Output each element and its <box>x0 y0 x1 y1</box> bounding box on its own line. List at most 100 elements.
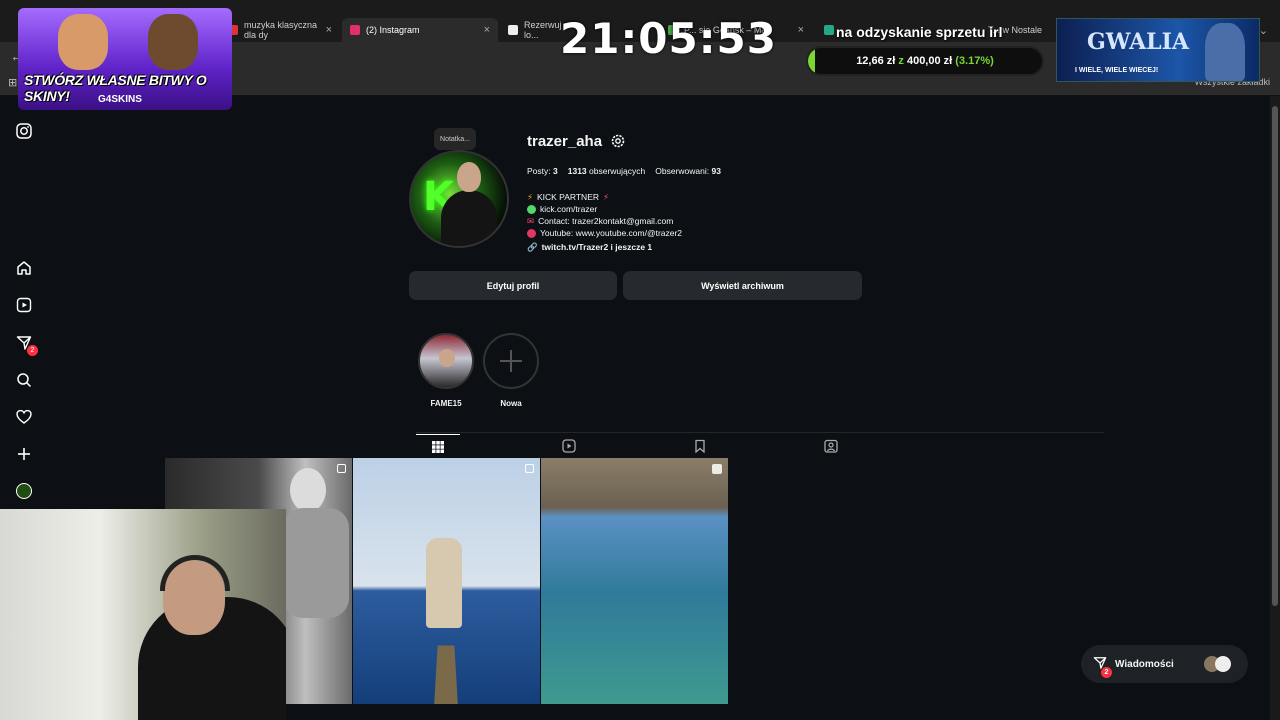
edit-profile-button[interactable]: Edytuj profil <box>409 271 617 300</box>
lightning-icon: ⚡ <box>527 192 533 202</box>
chat-favicon-icon <box>824 25 834 35</box>
direct-messages-icon[interactable]: 2 <box>14 333 38 356</box>
highlight-new[interactable]: Nowa <box>483 333 539 408</box>
post-figure-head <box>290 468 326 512</box>
profile-stats: Posty: 3 1313 obserwujących Obserwowani:… <box>527 166 721 176</box>
goal-of: z <box>898 55 904 67</box>
bio-text: Contact: trazer2kontakt@gmail.com <box>538 216 674 226</box>
donation-goal-text: 12,66 zł z 400,00 zł (3.17%) <box>808 48 1042 74</box>
messages-label: Wiadomości <box>1115 658 1174 670</box>
highlight-face <box>439 349 455 367</box>
messages-count-badge: 2 <box>27 345 38 356</box>
highlight-fame15[interactable]: FAME15 <box>418 333 474 408</box>
headset-icon <box>160 555 230 591</box>
profile-tabs <box>416 432 1104 458</box>
donation-goal-bar: 12,66 zł z 400,00 zł (3.17%) <box>806 46 1044 76</box>
posts-stat: Posty: 3 <box>527 166 558 176</box>
profile-username: trazer_aha <box>527 133 603 150</box>
post-figure-body <box>283 508 349 618</box>
create-plus-icon[interactable] <box>14 444 34 464</box>
messages-badge: 2 <box>1101 666 1112 678</box>
close-tab-icon[interactable]: × <box>484 24 490 36</box>
profile-bio: ⚡ KICK PARTNER ⚡ kick.com/trazer ✉ Contact:… <box>527 191 682 253</box>
following-label: Obserwowani: <box>655 166 710 176</box>
green-circle-icon <box>527 204 536 214</box>
tab-saved[interactable] <box>678 434 722 458</box>
goal-percent: (3.17%) <box>955 55 994 67</box>
reels-icon[interactable] <box>14 295 34 315</box>
instagram-logo-icon[interactable] <box>14 121 34 141</box>
post-pier <box>433 645 459 704</box>
tab-search-icon[interactable]: ⌄ <box>1259 24 1268 37</box>
banner-character <box>1205 23 1245 81</box>
carousel-icon <box>525 464 534 473</box>
home-icon[interactable] <box>14 258 34 278</box>
instagram-favicon-icon <box>350 25 360 35</box>
browser-tab-booking[interactable]: Rezerwuj lo... <box>500 18 562 42</box>
goal-amount: 12,66 zł <box>856 55 896 67</box>
banner-title: GWALIA <box>1087 29 1189 55</box>
tab-label: (2) Instagram <box>366 25 420 35</box>
profile-avatar-icon[interactable] <box>14 481 34 501</box>
tab-tagged[interactable] <box>809 434 853 458</box>
bio-line: ⚡ KICK PARTNER ⚡ <box>527 191 682 203</box>
red-circle-icon <box>527 228 536 238</box>
followers-stat[interactable]: 1313 obserwujących <box>568 166 646 176</box>
bio-text: KICK PARTNER <box>536 192 600 202</box>
love-letter-icon: ✉ <box>527 216 535 226</box>
post-thumbnail[interactable] <box>541 458 728 704</box>
bio-text: Youtube: www.youtube.com/@trazer2 <box>540 228 683 238</box>
bio-text: kick.com/trazer <box>540 204 598 214</box>
close-tab-icon[interactable]: × <box>326 24 332 36</box>
tab-posts-grid[interactable] <box>416 434 460 458</box>
bio-line: ✉ Contact: trazer2kontakt@gmail.com <box>527 215 682 227</box>
avatar-figure-head <box>457 162 481 192</box>
highlight-label: Nowa <box>500 399 522 408</box>
posts-label: Posty: <box>527 166 551 176</box>
tab-label: Rezerwuj lo... <box>524 20 562 40</box>
promo-fighter-left <box>58 14 108 70</box>
search-icon[interactable] <box>14 370 34 390</box>
settings-gear-icon[interactable] <box>610 133 626 149</box>
promo-fighter-right <box>148 14 198 70</box>
banner-subtitle: I WIELE, WIELE WIECEJ! <box>1075 67 1159 74</box>
profile-note[interactable]: Notatka... <box>434 128 476 150</box>
lightning-icon: ⚡ <box>603 192 609 202</box>
highlight-cover <box>418 333 474 389</box>
mini-avatar <box>16 483 32 499</box>
browser-tab-music[interactable]: muzyka klasyczna dla dy × <box>220 18 340 42</box>
heart-icon[interactable] <box>14 407 34 427</box>
post-thumbnail[interactable] <box>353 458 540 704</box>
stream-clock: 21:05:53 <box>560 14 777 63</box>
promo-brand: G4SKINS <box>98 94 142 105</box>
bio-line: kick.com/trazer <box>527 203 682 215</box>
goal-target: 400,00 zł <box>906 55 953 67</box>
bio-line: Youtube: www.youtube.com/@trazer2 <box>527 227 682 239</box>
new-highlight-plus-icon <box>483 333 539 389</box>
highlight-label: FAME15 <box>430 399 462 408</box>
sponsor-promo-overlay: STWÓRZ WŁASNE BITWY O SKINY! G4SKINS <box>18 8 232 110</box>
bio-link[interactable]: 🔗 twitch.tv/Trazer2 i jeszcze 1 <box>527 241 682 253</box>
contact-avatar <box>1214 656 1231 672</box>
messages-pill[interactable]: 2 Wiadomości <box>1081 645 1248 683</box>
webcam-overlay <box>0 509 286 720</box>
tab-reels[interactable] <box>547 434 591 458</box>
followers-count: 1313 <box>567 166 587 176</box>
gwalia-banner-overlay: GWALIA I WIELE, WIELE WIECEJ! <box>1056 18 1260 82</box>
close-tab-icon[interactable]: × <box>798 24 804 36</box>
carousel-icon <box>337 464 346 473</box>
apps-grid-icon[interactable]: ⊞ <box>8 76 17 89</box>
scrollbar-thumb[interactable] <box>1272 106 1278 606</box>
video-icon <box>712 464 722 474</box>
bio-link-text: twitch.tv/Trazer2 i jeszcze 1 <box>541 242 653 252</box>
browser-tab-instagram[interactable]: (2) Instagram × <box>342 18 498 42</box>
profile-avatar[interactable]: K <box>409 150 509 248</box>
following-stat[interactable]: Obserwowani: 93 <box>655 166 721 176</box>
tab-label: muzyka klasyczna dla dy <box>244 20 318 40</box>
posts-count: 3 <box>553 166 558 176</box>
donation-goal-title: na odzyskanie sprzetu irl <box>836 24 1003 40</box>
avatar-figure-body <box>441 190 497 246</box>
link-chain-icon: 🔗 <box>527 242 538 252</box>
page-scrollbar[interactable] <box>1270 96 1280 720</box>
view-archive-button[interactable]: Wyświetl archiwum <box>623 271 862 300</box>
